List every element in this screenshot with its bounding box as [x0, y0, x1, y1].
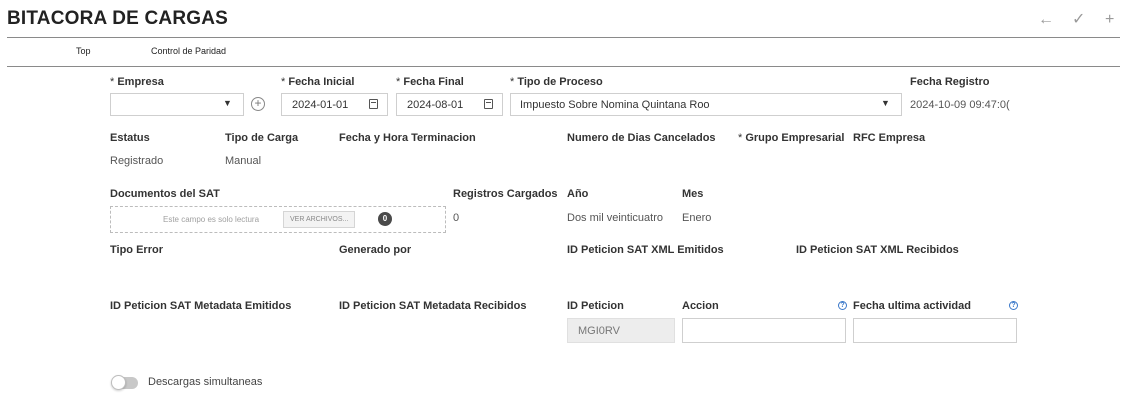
id-peticion-field: MGI0RV — [567, 318, 675, 343]
chevron-down-icon: ▼ — [881, 98, 890, 108]
add-icon[interactable]: + — [1105, 10, 1114, 30]
add-empresa-icon[interactable]: + — [251, 97, 265, 111]
ver-archivos-button[interactable]: VER ARCHIVOS... — [283, 211, 356, 228]
fecha-final-input[interactable]: 2024-08-01 — [396, 93, 503, 116]
page-title: BITACORA DE CARGAS — [7, 8, 229, 29]
fecha-registro-label: Fecha Registro — [910, 76, 990, 88]
registros-cargados-label: Registros Cargados — [453, 188, 558, 200]
mes-value: Enero — [682, 212, 712, 224]
calendar-icon[interactable] — [484, 99, 493, 109]
documentos-sat-label: Documentos del SAT — [110, 188, 220, 200]
accion-input[interactable] — [682, 318, 846, 343]
estatus-label: Estatus — [110, 132, 150, 144]
help-icon[interactable]: ? — [1009, 301, 1018, 310]
descargas-label: Descargas simultaneas — [148, 376, 263, 388]
tipo-carga-label: Tipo de Carga — [225, 132, 299, 144]
readonly-text: Este campo es solo lectura — [163, 215, 260, 224]
accion-label: Accion — [682, 300, 719, 312]
chevron-down-icon: ▼ — [223, 98, 232, 108]
id-sat-meta-recibidos-label: ID Peticion SAT Metadata Recibidos — [339, 300, 527, 312]
tipo-proceso-label: * Tipo de Proceso — [510, 76, 603, 88]
calendar-icon[interactable] — [369, 99, 378, 109]
fecha-final-label: * Fecha Final — [396, 76, 464, 88]
empresa-label: * Empresa — [110, 76, 164, 88]
grupo-empresarial-label: * Grupo Empresarial — [738, 132, 845, 144]
anio-label: Año — [567, 188, 589, 200]
fecha-registro-value: 2024-10-09 09:47:0( — [910, 99, 1010, 111]
registros-cargados-value: 0 — [453, 212, 460, 224]
documentos-sat-field: Este campo es solo lectura VER ARCHIVOS.… — [110, 206, 446, 233]
fecha-inicial-label: * Fecha Inicial — [281, 76, 355, 88]
tipo-error-label: Tipo Error — [110, 244, 163, 256]
tabs-divider — [7, 66, 1120, 67]
generado-por-label: Generado por — [339, 244, 412, 256]
tab-control-paridad[interactable]: Control de Paridad — [151, 46, 226, 56]
fecha-ultima-label: Fecha ultima actividad — [853, 300, 971, 312]
empresa-select[interactable]: ▼ — [110, 93, 244, 116]
tab-top[interactable]: Top — [76, 46, 91, 56]
id-sat-xml-recibidos-label: ID Peticion SAT XML Recibidos — [796, 244, 959, 256]
fecha-terminacion-label: Fecha y Hora Terminacion — [339, 132, 476, 144]
mes-label: Mes — [682, 188, 704, 200]
toggle-knob — [111, 375, 126, 390]
dias-cancelados-label: Numero de Dias Cancelados — [567, 132, 716, 144]
estatus-value: Registrado — [110, 155, 164, 167]
id-sat-xml-emitidos-label: ID Peticion SAT XML Emitidos — [567, 244, 724, 256]
tipo-carga-value: Manual — [225, 155, 262, 167]
id-sat-meta-emitidos-label: ID Peticion SAT Metadata Emitidos — [110, 300, 292, 312]
check-icon[interactable]: ✓ — [1072, 10, 1085, 30]
tipo-proceso-select[interactable]: Impuesto Sobre Nomina Quintana Roo ▼ — [510, 93, 902, 116]
descargas-toggle[interactable] — [111, 375, 138, 390]
help-icon[interactable]: ? — [838, 301, 847, 310]
id-peticion-label: ID Peticion — [567, 300, 624, 312]
back-arrow-icon[interactable]: ← — [1038, 10, 1054, 30]
fecha-ultima-input[interactable] — [853, 318, 1017, 343]
rfc-empresa-label: RFC Empresa — [853, 132, 926, 144]
header-divider — [7, 37, 1120, 38]
files-count-badge: 0 — [378, 212, 392, 226]
anio-value: Dos mil veinticuatro — [567, 212, 663, 224]
fecha-inicial-input[interactable]: 2024-01-01 — [281, 93, 388, 116]
